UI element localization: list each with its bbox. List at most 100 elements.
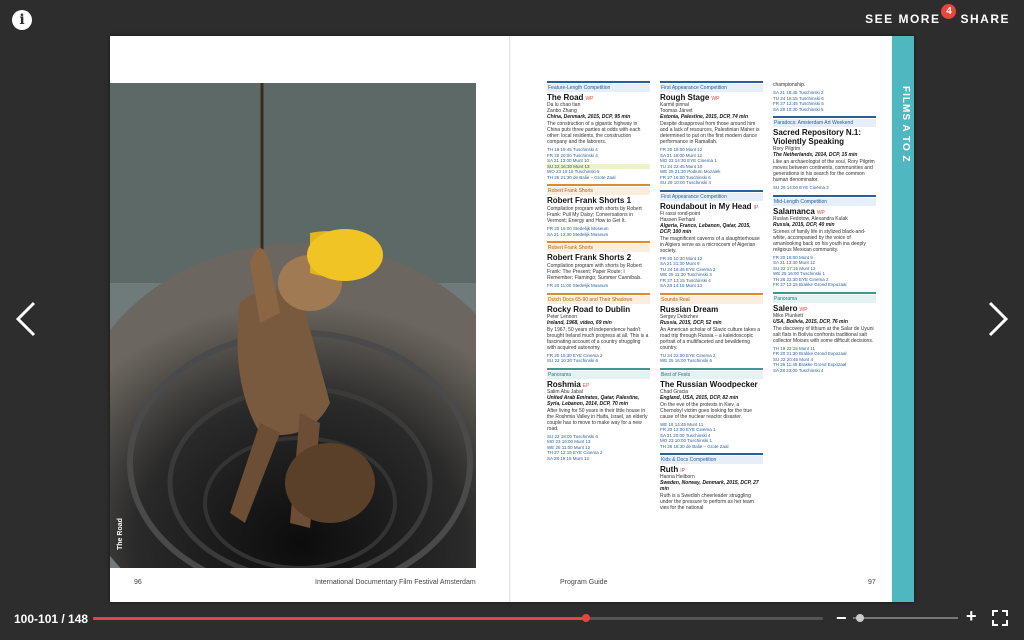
- section-side-tab: FILMS A TO Z: [892, 36, 914, 602]
- film-title: Salamanca WP: [773, 207, 876, 216]
- film-description: Compilation program with shorts by Rober…: [547, 263, 642, 281]
- film-section-label: Kids & Docs Competition: [660, 456, 763, 464]
- film-title: Robert Frank Shorts 1: [547, 196, 650, 205]
- film-title: Sacred Repository N.1: Violently Speakin…: [773, 128, 876, 146]
- film-title-text: Roshmia: [547, 379, 581, 389]
- zoom-slider[interactable]: [853, 614, 958, 622]
- film-title-text: Robert Frank Shorts 2: [547, 253, 632, 262]
- film-section-label: Panorama: [773, 294, 876, 303]
- next-page-button[interactable]: [986, 300, 1010, 338]
- film-entry: Kids & Docs Competition Ruth IP Hanna Heilb…: [660, 453, 763, 511]
- film-title-text: Robert Frank Shorts 1: [547, 196, 632, 205]
- see-more-badge: 4: [941, 4, 957, 19]
- film-entry: First Appearance Competition Roundabout i…: [660, 189, 763, 289]
- film-title-text: Russian Dream: [660, 304, 719, 314]
- film-director: Karmil pinnal Toomas Järvet: [660, 102, 693, 114]
- film-director: Fi rassi rond-point Hassen Ferhani: [660, 210, 701, 223]
- screening-row: SA 21 13:30 Stedelijk Museum: [547, 231, 609, 237]
- premiere-tag: IP: [753, 204, 759, 211]
- film-director: Da lu chao tian Zanbo Zhang: [547, 102, 581, 114]
- previous-page-button[interactable]: [14, 300, 38, 338]
- film-entry: Best of Fests The Russian Woodpecker Chad …: [660, 367, 763, 450]
- photo-caption: The Road: [117, 518, 124, 550]
- publication-viewer: i SEE MORE 4 SHARE The Road Feature-Leng…: [0, 0, 1024, 640]
- film-description: Despite disapproval from those around hi…: [660, 121, 760, 145]
- film-meta: Ireland, 1968, video, 69 min: [547, 319, 612, 326]
- film-title: Rough Stage WP: [660, 93, 763, 102]
- cover-photo: The Road: [110, 83, 476, 568]
- fullscreen-button[interactable]: [992, 610, 1008, 626]
- screening-row: SA 28 14:15 Munt 13: [660, 283, 703, 288]
- screening-row: SU 29 14:00 EYE Cinema 2: [773, 185, 829, 190]
- see-more-button[interactable]: SEE MORE 4: [865, 4, 957, 26]
- zoom-in-button[interactable]: +: [966, 606, 977, 627]
- premiere-tag: WP: [711, 96, 720, 102]
- listing-column-3: championship. SA 21 18:45 Tuschinski 2 TU …: [773, 81, 876, 377]
- film-title: The Road WP: [547, 93, 650, 102]
- film-title-text: Salamanca: [773, 206, 815, 216]
- screening-list: FR 20 18:00 Munt 12 SA 21 19:00 Munt 12 MO…: [660, 147, 763, 186]
- page-progress-slider[interactable]: [93, 614, 823, 622]
- film-meta: Sweden, Norway, Denmark, 2015, DCP, 27 m…: [660, 480, 759, 492]
- progress-handle[interactable]: [582, 614, 591, 622]
- film-section-label: Best of Fests: [660, 370, 763, 379]
- premiere-tag: WP: [585, 96, 594, 102]
- film-section-label: Dutch Docs 65-90 and Their Shadows: [547, 295, 650, 304]
- film-title: The Russian Woodpecker: [660, 380, 763, 389]
- film-entry: Robert Frank Shorts Robert Frank Shorts 1…: [547, 184, 650, 237]
- film-title-text: The Road: [547, 93, 584, 102]
- film-description: Like an archaeologist of the soul, Rory …: [773, 159, 875, 183]
- film-entry: Sounds Real Russian Dream Sergey Debizhev R…: [660, 292, 763, 364]
- screening-row: TH 26 21:30 de Balie – Grote Zaal: [547, 174, 616, 180]
- screening-row: FR 20 11:00 Stedelijk Museum: [547, 283, 609, 288]
- screening-list: TU 24 22:00 EYE Cinema 2 WE 25 16:00 Tusc…: [660, 353, 763, 364]
- side-tab-label: FILMS A TO Z: [900, 86, 911, 163]
- film-section-label: Sounds Real: [660, 295, 763, 304]
- screening-row: SU 29 10:00 Tuschinski 4: [660, 180, 712, 185]
- film-entry: Dutch Docs 65-90 and Their Shadows Rocky …: [547, 292, 650, 364]
- film-description: After living for 50 years in their littl…: [547, 407, 648, 432]
- film-title-text: Roundabout in My Head: [660, 201, 752, 211]
- screening-list: SU 22 18:00 Tuschinski 6 MO 23 16:00 Munt…: [547, 434, 650, 462]
- footer-festival-name: International Documentary Film Festival …: [315, 579, 476, 586]
- film-description: On the eve of the protests in Kiev, a Ch…: [660, 401, 752, 420]
- film-meta: United Arab Emirates, Qatar, Palestine, …: [547, 394, 640, 407]
- film-entry: championship. SA 21 18:45 Tuschinski 2 TU …: [773, 82, 876, 112]
- film-section-label: First Appearance Competition: [660, 192, 763, 201]
- chevron-right-icon: [988, 301, 1009, 337]
- info-button[interactable]: i: [12, 10, 32, 30]
- film-title: Russian Dream: [660, 305, 763, 314]
- film-description: championship.: [773, 82, 806, 88]
- film-section-label: Robert Frank Shorts: [547, 187, 650, 195]
- screening-list: FR 20 16:00 Stedelijk Museum SA 21 13:30 …: [547, 226, 650, 237]
- left-page-number: 96: [134, 579, 142, 586]
- zoom-handle[interactable]: [856, 614, 864, 622]
- film-description: Scenes of family life in stylized black-…: [773, 228, 866, 253]
- screening-list: FR 20 10:30 Munt 12 SA 21 21:30 Munt 9 TU …: [660, 256, 763, 289]
- film-title: Rocky Road to Dublin: [547, 305, 650, 314]
- share-button[interactable]: SHARE: [960, 12, 1010, 26]
- film-meta: China, Denmark, 2015, DCP, 95 min: [547, 114, 631, 120]
- film-title-text: Sacred Repository N.1: Violently Speakin…: [773, 128, 862, 146]
- screening-list: FR 20 18:00 Munt 9 SA 21 13:30 Munt 12 SU …: [773, 255, 876, 288]
- screening-list: WE 18 14:45 Munt 11 FR 20 12:00 EYE Cinem…: [660, 422, 763, 450]
- film-title: Ruth IP: [660, 465, 763, 474]
- progress-fill: [93, 617, 587, 620]
- screening-list: SU 29 14:00 EYE Cinema 2: [773, 185, 876, 191]
- film-meta: The Netherlands, 2014, DCP, 15 min: [773, 152, 858, 158]
- screening-list: TH 19 19:45 Tuschinski 4 FR 20 20:00 Tusc…: [547, 147, 650, 180]
- film-meta: USA, Bolivia, 2015, DCP, 76 min: [773, 318, 848, 325]
- film-section-label: Mid-Length Competition: [773, 197, 876, 206]
- zoom-out-button[interactable]: −: [836, 608, 847, 629]
- film-title-text: Rough Stage: [660, 93, 710, 102]
- top-actions: SEE MORE 4 SHARE: [865, 4, 1010, 26]
- screening-list: TH 19 22:15 Munt 11 FR 20 21:30 Brakke Gr…: [773, 346, 876, 374]
- screening-row: TH 26 18:30 de Balie – Grote Zaal: [660, 443, 729, 449]
- film-description: The magnificent caverns of a slaughterho…: [660, 235, 760, 254]
- screening-row: SA 28 10:30 Tuschinski 5: [773, 106, 824, 112]
- premiere-tag: WP: [799, 306, 808, 313]
- film-meta: England, USA, 2015, DCP, 82 min: [660, 394, 739, 401]
- film-section-label: First Appearance Competition: [660, 84, 763, 92]
- see-more-label: SEE MORE: [865, 12, 941, 26]
- premiere-tag: WP: [816, 209, 825, 216]
